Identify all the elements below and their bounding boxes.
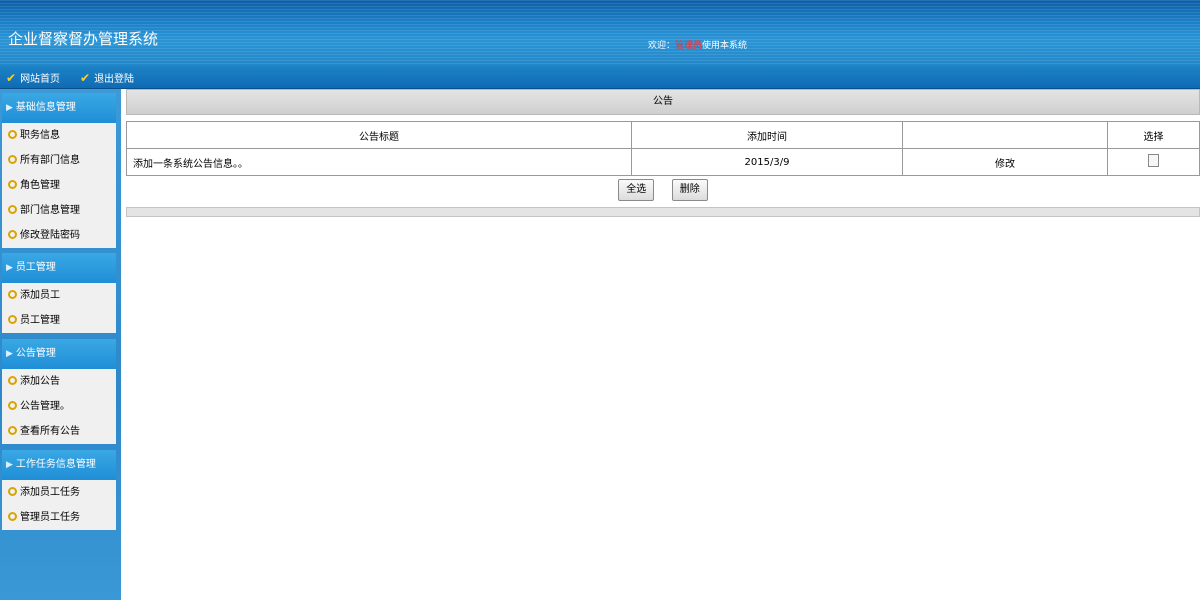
column-header-select: 选择	[1107, 121, 1200, 149]
sidebar-item-department-manage[interactable]: 部门信息管理	[2, 198, 116, 223]
row-select-checkbox[interactable]	[1148, 154, 1159, 167]
logout-link[interactable]: ✔ 退出登陆	[80, 70, 134, 85]
sidebar-item-change-password[interactable]: 修改登陆密码	[2, 223, 116, 248]
edit-link[interactable]: 修改	[902, 148, 1108, 176]
sidebar-item-view-notices[interactable]: 查看所有公告	[2, 419, 116, 444]
sidebar-item-label: 修改登陆密码	[20, 230, 80, 241]
sidebar-item-label: 员工管理	[20, 315, 60, 326]
sidebar-item-label: 查看所有公告	[20, 426, 80, 437]
column-header-title: 公告标题	[126, 121, 632, 149]
sidebar-item-label: 角色管理	[20, 180, 60, 191]
home-link[interactable]: ✔ 网站首页	[6, 70, 60, 85]
select-all-button[interactable]: 全选	[618, 179, 655, 201]
welcome-user: 管理员	[675, 41, 703, 51]
sidebar-item-label: 公告管理。	[20, 401, 70, 412]
sidebar-item-label: 管理员工任务	[20, 512, 80, 523]
home-link-label: 网站首页	[20, 74, 61, 85]
circle-bullet-icon	[8, 205, 17, 214]
check-icon: ✔	[6, 71, 17, 85]
main-content: 公告 公告标题 添加时间 选择 添加一条系统公告信息。。 2015/3/9 修改…	[126, 89, 1200, 600]
triangle-right-icon: ▶	[6, 460, 13, 470]
sidebar-item-add-employee[interactable]: 添加员工	[2, 283, 116, 308]
sidebar-item-notice-manage[interactable]: 公告管理。	[2, 394, 116, 419]
circle-bullet-icon	[8, 376, 17, 385]
sidebar-item-task-manage[interactable]: 管理员工任务	[2, 505, 116, 530]
notice-date-cell: 2015/3/9	[631, 148, 903, 176]
sidebar-item-add-task[interactable]: 添加员工任务	[2, 480, 116, 505]
sidebar-item-label: 所有部门信息	[20, 155, 80, 166]
notice-table: 公告标题 添加时间 选择 添加一条系统公告信息。。 2015/3/9 修改	[126, 121, 1200, 176]
triangle-right-icon: ▶	[6, 103, 13, 113]
circle-bullet-icon	[8, 401, 17, 410]
select-cell	[1107, 148, 1200, 176]
sidebar-group-employees[interactable]: ▶ 员工管理	[2, 253, 116, 283]
sidebar-group-label: 工作任务信息管理	[15, 459, 96, 470]
sidebar-group-label: 公告管理	[15, 348, 56, 359]
header: 企业督察督办管理系统 欢迎：管理员使用本系统	[0, 0, 1200, 66]
sidebar-item-employee-manage[interactable]: 员工管理	[2, 308, 116, 333]
check-icon: ✔	[80, 71, 91, 85]
circle-bullet-icon	[8, 290, 17, 299]
sidebar-group-notices[interactable]: ▶ 公告管理	[2, 339, 116, 369]
circle-bullet-icon	[8, 487, 17, 496]
sidebar-group-body: 职务信息 所有部门信息 角色管理 部门信息管理 修改登陆密码	[2, 123, 116, 248]
circle-bullet-icon	[8, 180, 17, 189]
sidebar-item-label: 添加员工	[20, 290, 60, 301]
circle-bullet-icon	[8, 130, 17, 139]
triangle-right-icon: ▶	[6, 263, 13, 273]
sidebar-item-label: 部门信息管理	[20, 205, 80, 216]
notice-title-cell: 添加一条系统公告信息。。	[126, 148, 632, 176]
column-header-action	[902, 121, 1108, 149]
sidebar-group-label: 员工管理	[15, 262, 56, 273]
circle-bullet-icon	[8, 426, 17, 435]
sidebar-item-all-departments[interactable]: 所有部门信息	[2, 148, 116, 173]
sidebar-item-label: 添加公告	[20, 376, 60, 387]
panel-title: 公告	[126, 89, 1200, 115]
circle-bullet-icon	[8, 230, 17, 239]
circle-bullet-icon	[8, 315, 17, 324]
sidebar-group-label: 基础信息管理	[15, 102, 76, 113]
welcome-message: 欢迎：管理员使用本系统	[648, 38, 747, 51]
app-title: 企业督察督办管理系统	[8, 30, 159, 48]
table-header-row: 公告标题 添加时间 选择	[126, 121, 1200, 149]
welcome-prefix: 欢迎：	[648, 41, 676, 51]
panel-footer	[126, 207, 1200, 217]
delete-button[interactable]: 删除	[671, 179, 708, 201]
sidebar-item-label: 添加员工任务	[20, 487, 80, 498]
circle-bullet-icon	[8, 512, 17, 521]
sidebar: ▶ 基础信息管理 职务信息 所有部门信息 角色管理 部门信息管理 修改登陆密码 ▶…	[0, 89, 121, 600]
sidebar-item-positions[interactable]: 职务信息	[2, 123, 116, 148]
sidebar-item-add-notice[interactable]: 添加公告	[2, 369, 116, 394]
sidebar-group-body: 添加公告 公告管理。 查看所有公告	[2, 369, 116, 444]
column-header-date: 添加时间	[631, 121, 903, 149]
sidebar-group-body: 添加员工 员工管理	[2, 283, 116, 333]
circle-bullet-icon	[8, 155, 17, 164]
sidebar-group-tasks[interactable]: ▶ 工作任务信息管理	[2, 450, 116, 480]
logout-link-label: 退出登陆	[94, 74, 135, 85]
table-actions: 全选 删除	[126, 179, 1200, 201]
triangle-right-icon: ▶	[6, 349, 13, 359]
welcome-suffix: 使用本系统	[702, 41, 748, 51]
top-nav: ✔ 网站首页 ✔ 退出登陆	[0, 66, 1200, 89]
sidebar-group-basic-info[interactable]: ▶ 基础信息管理	[2, 93, 116, 123]
table-row: 添加一条系统公告信息。。 2015/3/9 修改	[126, 148, 1200, 176]
sidebar-item-roles[interactable]: 角色管理	[2, 173, 116, 198]
sidebar-item-label: 职务信息	[20, 130, 60, 141]
sidebar-group-body: 添加员工任务 管理员工任务	[2, 480, 116, 530]
